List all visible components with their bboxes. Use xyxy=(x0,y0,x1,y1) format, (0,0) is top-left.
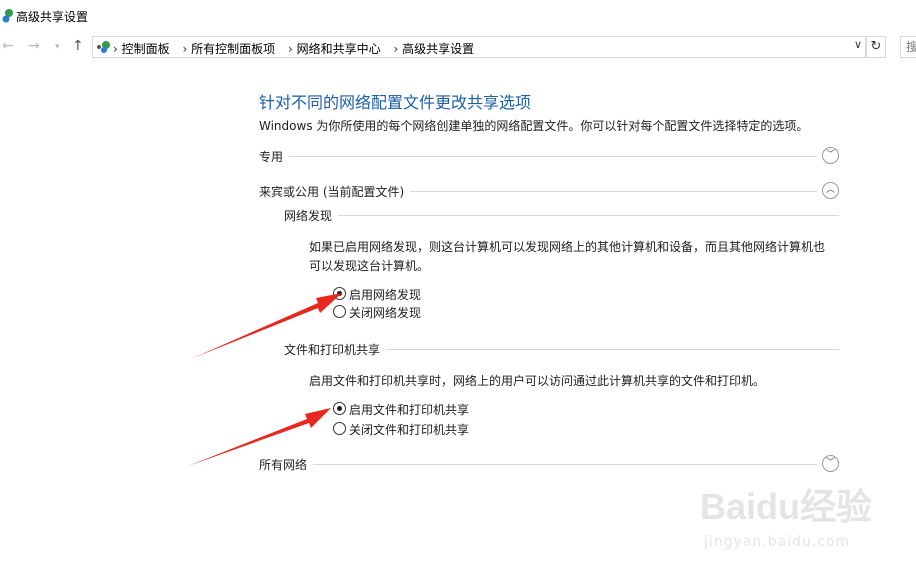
watermark-url: jingyan.baidu.com xyxy=(704,534,851,550)
watermark-logo: Baidu经验 xyxy=(700,486,873,527)
annotation-arrow xyxy=(188,408,331,466)
watermark: Baidu经验 jingyan.baidu.com xyxy=(700,478,900,568)
annotation-arrow xyxy=(193,293,342,358)
